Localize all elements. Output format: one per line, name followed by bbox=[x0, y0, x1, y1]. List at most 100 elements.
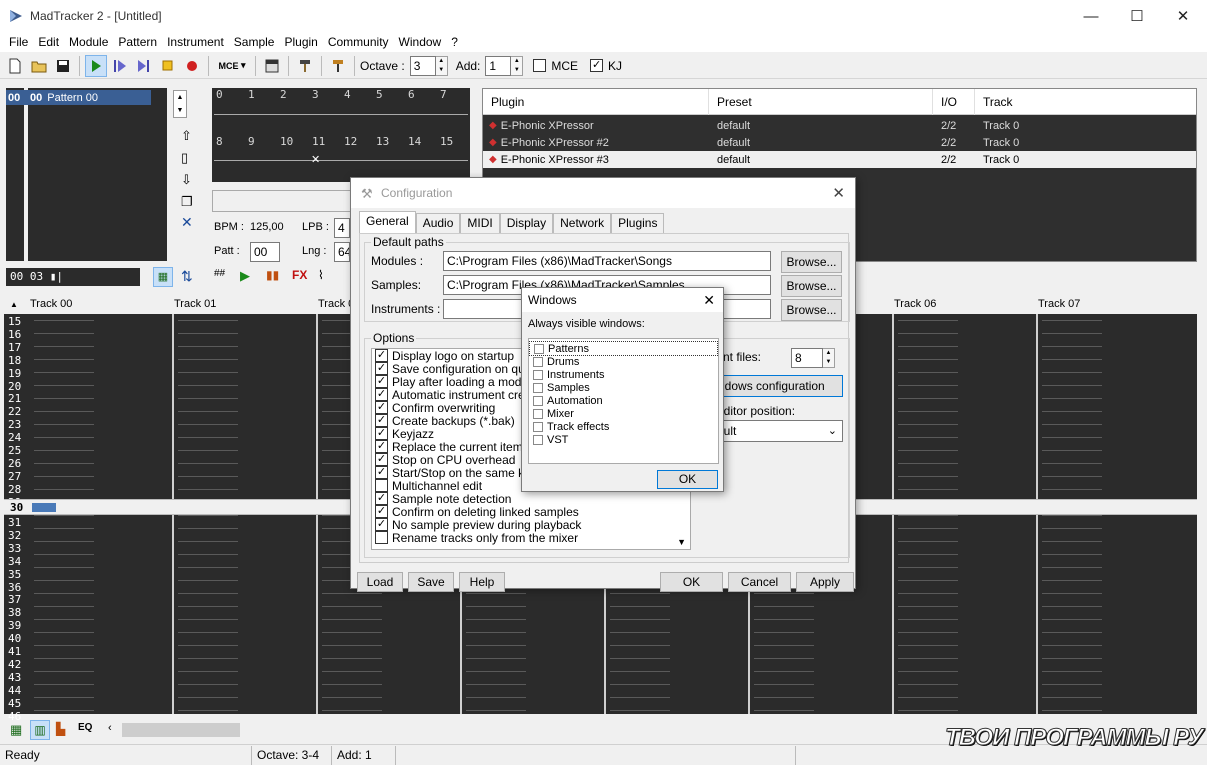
recent-files-input[interactable] bbox=[791, 348, 823, 368]
add-input[interactable] bbox=[485, 55, 512, 76]
instruments-browse-button[interactable]: Browse... bbox=[781, 299, 842, 321]
window-checkbox[interactable] bbox=[533, 408, 543, 419]
save-disk-icon[interactable] bbox=[52, 55, 74, 77]
new-pattern-icon[interactable]: ▯ bbox=[181, 150, 188, 166]
bpm-value[interactable]: 125,00 bbox=[250, 221, 284, 233]
help-button[interactable]: Help bbox=[459, 572, 505, 592]
window-checkbox[interactable] bbox=[533, 421, 543, 432]
window-item[interactable]: Automation bbox=[529, 394, 718, 407]
sort-icon[interactable]: ▲ bbox=[4, 300, 30, 309]
option-item[interactable]: ✓ Sample note detection bbox=[372, 492, 690, 506]
window-item[interactable]: VST bbox=[529, 433, 718, 446]
track-button[interactable]: 10 bbox=[276, 135, 308, 153]
plugin-row[interactable]: ◆ E-Phonic XPressor #2 default 2/2 Track … bbox=[483, 134, 1196, 151]
track-button[interactable]: 1 bbox=[244, 88, 276, 106]
modules-path-input[interactable]: C:\Program Files (x86)\MadTracker\Songs bbox=[443, 251, 771, 271]
delete-pattern-icon[interactable]: ✕ bbox=[181, 214, 193, 231]
window-checkbox[interactable] bbox=[533, 434, 543, 445]
fx-icon[interactable]: FX bbox=[292, 268, 307, 282]
window-item[interactable]: Track effects bbox=[529, 420, 718, 433]
option-item[interactable]: ✓ No sample preview during playback bbox=[372, 518, 690, 532]
windows-configuration-button[interactable]: ndows configuration bbox=[713, 375, 843, 397]
window-item[interactable]: Drums bbox=[529, 355, 718, 368]
load-button[interactable]: Load bbox=[357, 572, 403, 592]
track-button[interactable]: 2 bbox=[276, 88, 308, 106]
chart-view-icon[interactable]: ▙ bbox=[56, 722, 65, 736]
tab-general[interactable]: General bbox=[359, 211, 416, 233]
window-layout-icon[interactable] bbox=[261, 55, 283, 77]
menu-plugin[interactable]: Plugin bbox=[279, 35, 322, 49]
ok-button[interactable]: OK bbox=[660, 572, 723, 592]
option-checkbox[interactable]: ✓ bbox=[375, 375, 388, 388]
stop-icon[interactable] bbox=[157, 55, 179, 77]
option-checkbox[interactable]: ✓ bbox=[375, 440, 388, 453]
track-button[interactable]: 6 bbox=[404, 88, 436, 106]
menu-community[interactable]: Community bbox=[323, 35, 394, 49]
add-stepper[interactable]: ▲▼ bbox=[485, 55, 524, 76]
modules-browse-button[interactable]: Browse... bbox=[781, 251, 842, 273]
track-button[interactable]: 14 bbox=[404, 135, 436, 153]
pattern-editor-icon[interactable]: ▦ bbox=[153, 267, 173, 287]
option-checkbox[interactable] bbox=[375, 479, 388, 492]
window-checkbox[interactable] bbox=[533, 356, 543, 367]
preset-column-header[interactable]: Preset bbox=[709, 88, 933, 115]
tab-network[interactable]: Network bbox=[553, 213, 612, 233]
window-item[interactable]: Patterns bbox=[529, 341, 718, 356]
track-button[interactable]: 3 bbox=[308, 88, 340, 106]
transpose-icon[interactable]: ## bbox=[214, 268, 225, 279]
mixer-view-icon[interactable]: ▥ bbox=[30, 720, 50, 740]
tab-midi[interactable]: MIDI bbox=[460, 213, 500, 233]
track-button[interactable]: 12 bbox=[340, 135, 372, 153]
track-button[interactable]: 13 bbox=[372, 135, 404, 153]
option-item[interactable]: ✓ Confirm on deleting linked samples bbox=[372, 505, 690, 519]
windows-list[interactable]: Patterns Drums Instruments Samples Autom… bbox=[528, 338, 719, 464]
options-scroll-down-icon[interactable]: ▼ bbox=[677, 537, 686, 547]
option-checkbox[interactable]: ✓ bbox=[375, 414, 388, 427]
play-pattern-icon[interactable] bbox=[109, 55, 131, 77]
scroll-left-icon[interactable]: ‹ bbox=[108, 722, 112, 734]
play-icon[interactable] bbox=[85, 54, 107, 77]
octave-input[interactable] bbox=[409, 55, 436, 76]
samples-browse-button[interactable]: Browse... bbox=[781, 275, 842, 297]
pattern-list-item[interactable]: 00 00 Pattern 00 bbox=[6, 90, 151, 105]
mode-dropdown[interactable]: MCE ▾ bbox=[214, 55, 250, 77]
play-track-icon[interactable]: ▶ bbox=[240, 268, 250, 284]
plugin-row[interactable]: ◆ E-Phonic XPressor default 2/2 Track 0 bbox=[483, 117, 1196, 134]
copy-pattern-icon[interactable]: ❐ bbox=[181, 194, 193, 210]
window-item[interactable]: Mixer bbox=[529, 407, 718, 420]
song-name-field[interactable] bbox=[212, 190, 352, 212]
volume-bars-icon[interactable]: ▮▮ bbox=[266, 268, 279, 282]
track-column-header[interactable]: Track bbox=[975, 89, 1196, 115]
pattern-list[interactable]: 00 00 Pattern 00 bbox=[6, 88, 167, 261]
io-column-header[interactable]: I/O bbox=[933, 88, 975, 115]
option-checkbox[interactable] bbox=[375, 531, 388, 544]
maximize-button[interactable]: ☐ bbox=[1114, 0, 1160, 32]
lng-input[interactable]: 64 bbox=[334, 242, 350, 262]
horizontal-scrollbar[interactable] bbox=[122, 723, 240, 737]
option-checkbox[interactable]: ✓ bbox=[375, 427, 388, 440]
menu-help[interactable]: ? bbox=[446, 35, 463, 49]
track-header-item[interactable]: Track 01 bbox=[174, 298, 318, 310]
add-spin-buttons[interactable]: ▲ ▼ bbox=[511, 55, 524, 76]
window-item[interactable]: Instruments bbox=[529, 368, 718, 381]
hammer-icon[interactable] bbox=[294, 55, 316, 77]
option-item[interactable]: Rename tracks only from the mixer bbox=[372, 531, 690, 545]
move-down-icon[interactable]: ⇩ bbox=[181, 172, 192, 188]
windows-close-icon[interactable]: ✕ bbox=[703, 292, 715, 309]
lpb-input[interactable]: 4 bbox=[334, 218, 350, 238]
track-button[interactable]: 5 bbox=[372, 88, 404, 106]
recent-files-spin-buttons[interactable]: ▲ ▼ bbox=[823, 348, 835, 368]
option-checkbox[interactable]: ✓ bbox=[375, 401, 388, 414]
track-button[interactable]: 4 bbox=[340, 88, 372, 106]
menu-pattern[interactable]: Pattern bbox=[113, 35, 162, 49]
swap-icon[interactable]: ⇅ bbox=[181, 268, 193, 285]
windows-ok-button[interactable]: OK bbox=[657, 470, 718, 489]
menu-sample[interactable]: Sample bbox=[229, 35, 280, 49]
menu-instrument[interactable]: Instrument bbox=[162, 35, 229, 49]
tab-audio[interactable]: Audio bbox=[415, 213, 461, 233]
record-icon[interactable] bbox=[181, 55, 203, 77]
octave-spin-buttons[interactable]: ▲ ▼ bbox=[435, 55, 448, 76]
track-button[interactable]: 9 bbox=[244, 135, 276, 153]
cancel-button[interactable]: Cancel bbox=[728, 572, 791, 592]
option-checkbox[interactable]: ✓ bbox=[375, 388, 388, 401]
